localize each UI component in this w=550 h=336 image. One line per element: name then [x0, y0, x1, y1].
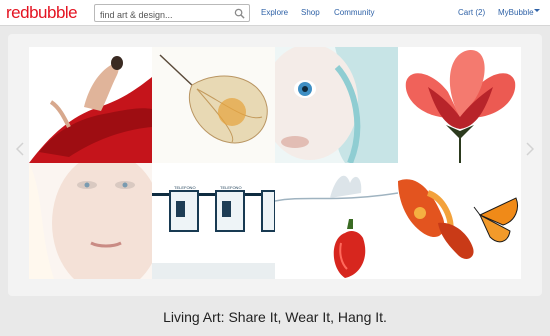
search-input[interactable] — [95, 7, 225, 23]
art-tile-butterfly-on-flower[interactable] — [398, 163, 521, 279]
art-tile-woman-face-portrait[interactable] — [29, 163, 152, 279]
booth-sign-right: TELEFONO — [220, 185, 242, 190]
logo-suffix: bubble — [29, 3, 78, 22]
chevron-down-icon[interactable] — [534, 9, 540, 12]
tagline: Living Art: Share It, Wear It, Hang It. — [163, 309, 387, 325]
search-icon[interactable] — [234, 8, 245, 19]
booth-sign-left: TELEFONO — [174, 185, 196, 190]
art-tile-telephone-booths[interactable]: TELEFONO TELEFONO — [152, 163, 275, 279]
nav-shop-link[interactable]: Shop — [301, 8, 320, 18]
art-tile-physalis-husk[interactable] — [152, 47, 275, 163]
redbubble-logo[interactable]: redbubble — [6, 3, 78, 23]
logo-prefix: red — [6, 3, 30, 22]
featured-art-grid: TELEFONO TELEFONO — [29, 47, 521, 279]
nav-explore-link[interactable]: Explore — [261, 8, 288, 18]
art-tile-baby-portrait[interactable] — [275, 47, 398, 163]
carousel-next-arrow-icon[interactable] — [526, 142, 534, 156]
nav-community-link[interactable]: Community — [334, 8, 374, 18]
search-box — [94, 4, 250, 23]
art-tile-dancer-red-dress[interactable] — [29, 47, 152, 163]
mybubble-link[interactable]: MyBubble — [498, 8, 534, 18]
art-tile-red-poppy-flower[interactable] — [398, 47, 521, 163]
carousel-prev-arrow-icon[interactable] — [16, 142, 24, 156]
cart-link[interactable]: Cart (2) — [458, 8, 485, 18]
top-navigation-bar: redbubble Explore Shop Community Cart (2… — [0, 0, 550, 26]
art-tile-pepper-water-splash[interactable] — [275, 163, 398, 279]
hero-carousel: TELEFONO TELEFONO — [8, 34, 542, 296]
